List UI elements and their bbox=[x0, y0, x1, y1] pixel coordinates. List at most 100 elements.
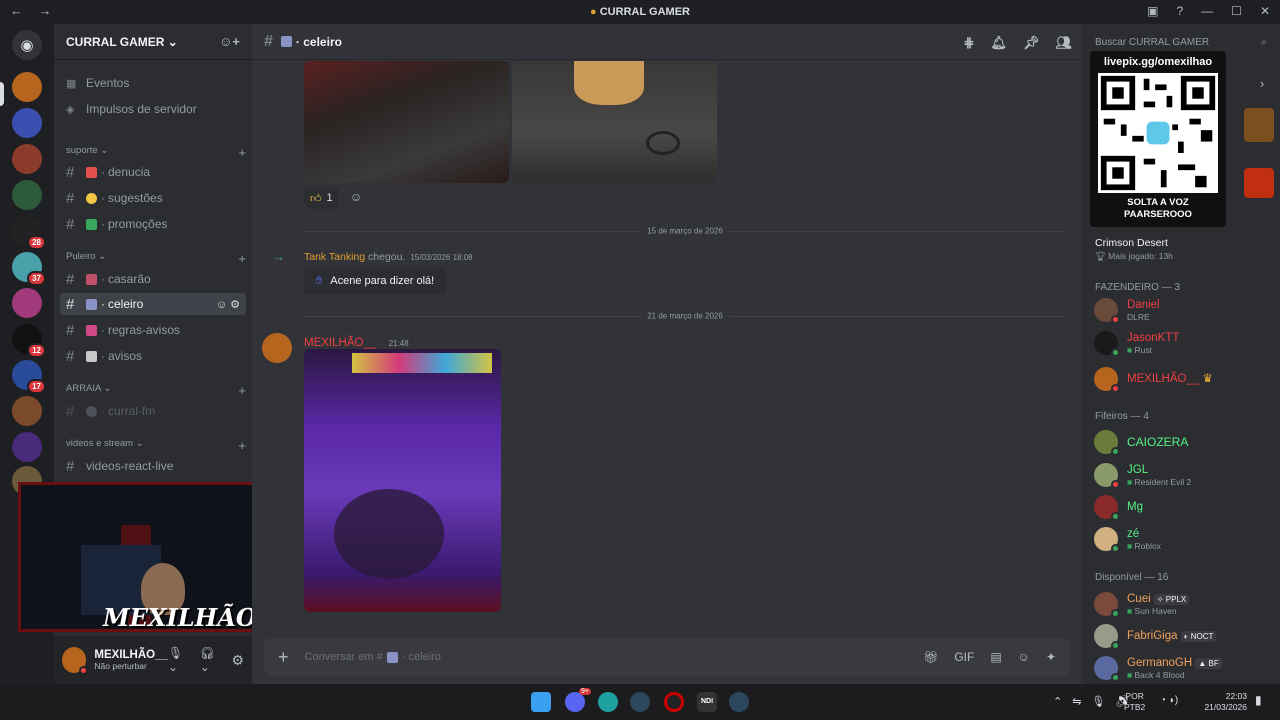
maximize-button[interactable]: ☐ bbox=[1231, 4, 1242, 18]
gif-icon[interactable]: GIF bbox=[954, 650, 974, 664]
attachment-image-2[interactable] bbox=[512, 61, 717, 183]
category-videos[interactable]: videos e stream ⌄ + bbox=[66, 438, 246, 453]
category-suporte[interactable]: suporte ⌄ + bbox=[66, 145, 246, 160]
server-icon-9[interactable]: 17 bbox=[12, 360, 46, 394]
member-avatar bbox=[1094, 624, 1120, 650]
add-channel-icon[interactable]: + bbox=[238, 145, 246, 160]
settings-gear-icon[interactable]: ⚙ bbox=[231, 652, 244, 669]
category-puleiro[interactable]: Puleiro ⌄ + bbox=[66, 251, 246, 266]
pin-icon[interactable]: 📌︎ bbox=[1023, 35, 1040, 51]
emoji-picker-icon[interactable]: ☺ bbox=[1018, 650, 1030, 664]
member-item[interactable]: CAIOZERA bbox=[1094, 428, 1274, 456]
user-name: MEXILHÃO__ bbox=[94, 649, 168, 661]
channel-celeiro[interactable]: # · celeiro ☺ ⚙ bbox=[60, 293, 246, 315]
clan-tag-text: NOCT bbox=[1190, 631, 1214, 641]
server-icon-2[interactable] bbox=[12, 108, 42, 138]
minimize-button[interactable]: — bbox=[1201, 4, 1213, 18]
chevron-right-icon[interactable]: › bbox=[1260, 76, 1264, 91]
server-icon-10[interactable] bbox=[12, 396, 42, 426]
channel-header: # · celeiro ⋕ 🔔︎ 📌︎ 👥︎ bbox=[252, 24, 1082, 60]
channel-denucia[interactable]: # · denucia bbox=[60, 161, 246, 183]
member-avatar bbox=[1094, 656, 1120, 682]
member-item[interactable]: Daniel DLRE bbox=[1094, 296, 1274, 324]
steam-icon-2[interactable] bbox=[729, 692, 749, 712]
title-bar: ← → ● CURRAL GAMER ▣ ? — ☐ ✕ bbox=[0, 0, 1280, 24]
server-icon-5[interactable]: 28 bbox=[12, 216, 46, 250]
members-icon[interactable]: 👥︎ bbox=[1055, 35, 1072, 51]
help-icon[interactable]: ? bbox=[1176, 4, 1183, 18]
member-item[interactable]: FabriGiga ◐ NOCT bbox=[1094, 622, 1274, 650]
discord-home-icon[interactable]: ◉ bbox=[12, 30, 42, 60]
add-reaction-icon[interactable]: ☺ bbox=[350, 190, 362, 204]
status-icon bbox=[1111, 641, 1120, 650]
apps-icon[interactable]: ✦ bbox=[1046, 650, 1056, 664]
discord-taskbar-icon[interactable]: 9+ bbox=[565, 688, 591, 712]
game-title: Crimson Desert bbox=[1095, 237, 1168, 249]
channel-videos-react-live[interactable]: # videos-react-live bbox=[60, 455, 246, 477]
record-icon[interactable] bbox=[664, 692, 684, 712]
channel-sugestoes[interactable]: # · sugestões bbox=[60, 187, 246, 209]
message-composer[interactable]: + Conversar em # · celeiro 🎁︎ GIF ▤ ☺ ✦ bbox=[264, 638, 1070, 676]
member-item[interactable]: JasonKTT ■ Rust bbox=[1094, 329, 1274, 357]
server-icon-3[interactable] bbox=[12, 144, 42, 174]
headphones-icon[interactable]: 🎧︎⌄ bbox=[200, 646, 224, 674]
member-activity-text: Sun Haven bbox=[1134, 605, 1177, 616]
server-icon-4[interactable] bbox=[12, 180, 42, 210]
server-icon-11[interactable] bbox=[12, 432, 42, 462]
member-item[interactable]: GermanoGH ▲ BF ■ Back 4 Blood bbox=[1094, 654, 1274, 682]
channel-casarao[interactable]: # · casarão bbox=[60, 268, 246, 290]
member-item[interactable]: Cuei ✧ PPLX ■ Sun Haven bbox=[1094, 590, 1274, 618]
message-author[interactable]: MEXILHÃO__ bbox=[304, 337, 376, 349]
wave-button[interactable]: ✋︎ Acene para dizer olá! bbox=[304, 268, 447, 294]
wifi-icon[interactable]: ◔ ◗) bbox=[1160, 695, 1178, 706]
member-item[interactable]: JGL ■ Resident Evil 2 bbox=[1094, 461, 1274, 489]
microphone-icon[interactable]: 🎙︎⌄ bbox=[168, 646, 192, 674]
user-avatar[interactable] bbox=[62, 647, 89, 675]
ndi-icon[interactable]: NDI bbox=[697, 692, 717, 712]
channel-promocoes[interactable]: # · promoções bbox=[60, 213, 246, 235]
threads-icon[interactable]: ⋕ bbox=[964, 35, 975, 51]
events-item[interactable]: ▦ Eventos bbox=[60, 72, 246, 94]
add-channel-icon[interactable]: + bbox=[238, 438, 246, 453]
boosts-item[interactable]: ◈ Impulsos de servidor bbox=[60, 98, 246, 120]
guild-header[interactable]: CURRAL GAMER ⌄ ☺+ bbox=[54, 24, 252, 60]
member-item[interactable]: Mg bbox=[1094, 493, 1274, 521]
attachment-image-3[interactable] bbox=[304, 349, 501, 612]
add-channel-icon[interactable]: + bbox=[238, 251, 246, 266]
server-icon-7[interactable] bbox=[12, 288, 42, 318]
message-avatar[interactable] bbox=[262, 333, 292, 363]
member-item[interactable]: MEXILHÃO__ ♛ bbox=[1094, 365, 1274, 393]
category-arraia[interactable]: ARRAIA ⌄ + bbox=[66, 383, 246, 398]
member-item[interactable]: zé ■ Roblox bbox=[1094, 525, 1274, 553]
channel-label: promoções bbox=[108, 217, 168, 231]
add-attachment-icon[interactable]: + bbox=[278, 647, 289, 668]
invite-icon[interactable]: ☺+ bbox=[219, 34, 240, 49]
channel-settings-icons[interactable]: ☺ ⚙ bbox=[216, 298, 240, 311]
search-box[interactable]: Buscar CURRAL GAMER ⌕ bbox=[1090, 32, 1272, 52]
clock[interactable]: 22:03 21/03/2026 bbox=[1195, 691, 1247, 713]
sticker-icon[interactable]: ▤ bbox=[990, 650, 1001, 664]
category-label: videos e stream bbox=[66, 438, 134, 449]
language-code: POR bbox=[1125, 691, 1144, 701]
notification-icon[interactable]: ▮ bbox=[1255, 693, 1262, 707]
close-button[interactable]: ✕ bbox=[1260, 4, 1270, 18]
server-icon-curral[interactable] bbox=[12, 72, 42, 102]
windows-start-icon[interactable] bbox=[531, 692, 551, 712]
attachment-image-1[interactable] bbox=[304, 61, 509, 183]
inbox-icon[interactable]: ▣ bbox=[1147, 4, 1158, 18]
reaction-thumbs[interactable]: 👍︎ 1 bbox=[304, 187, 339, 209]
channel-avisos[interactable]: # · avisos bbox=[60, 345, 246, 367]
channel-regras-avisos[interactable]: # · regras-avisos bbox=[60, 319, 246, 341]
server-icon-8[interactable]: 12 bbox=[12, 324, 46, 358]
bell-icon[interactable]: 🔔︎ bbox=[990, 35, 1007, 51]
edge-browser-icon[interactable] bbox=[598, 692, 618, 712]
server-icon-6[interactable]: 37 bbox=[12, 252, 46, 286]
join-username[interactable]: Tank Tanking bbox=[304, 251, 365, 263]
steam-icon[interactable] bbox=[630, 692, 650, 712]
channel-label: denucia bbox=[108, 165, 151, 179]
gift-icon[interactable]: 🎁︎ bbox=[923, 650, 938, 664]
language-indicator[interactable]: POR PTB2 bbox=[1124, 691, 1145, 713]
member-activity-text: Roblox bbox=[1134, 540, 1161, 551]
channel-curral-fm[interactable]: # · curral-fm bbox=[60, 400, 246, 422]
add-channel-icon[interactable]: + bbox=[238, 383, 246, 398]
